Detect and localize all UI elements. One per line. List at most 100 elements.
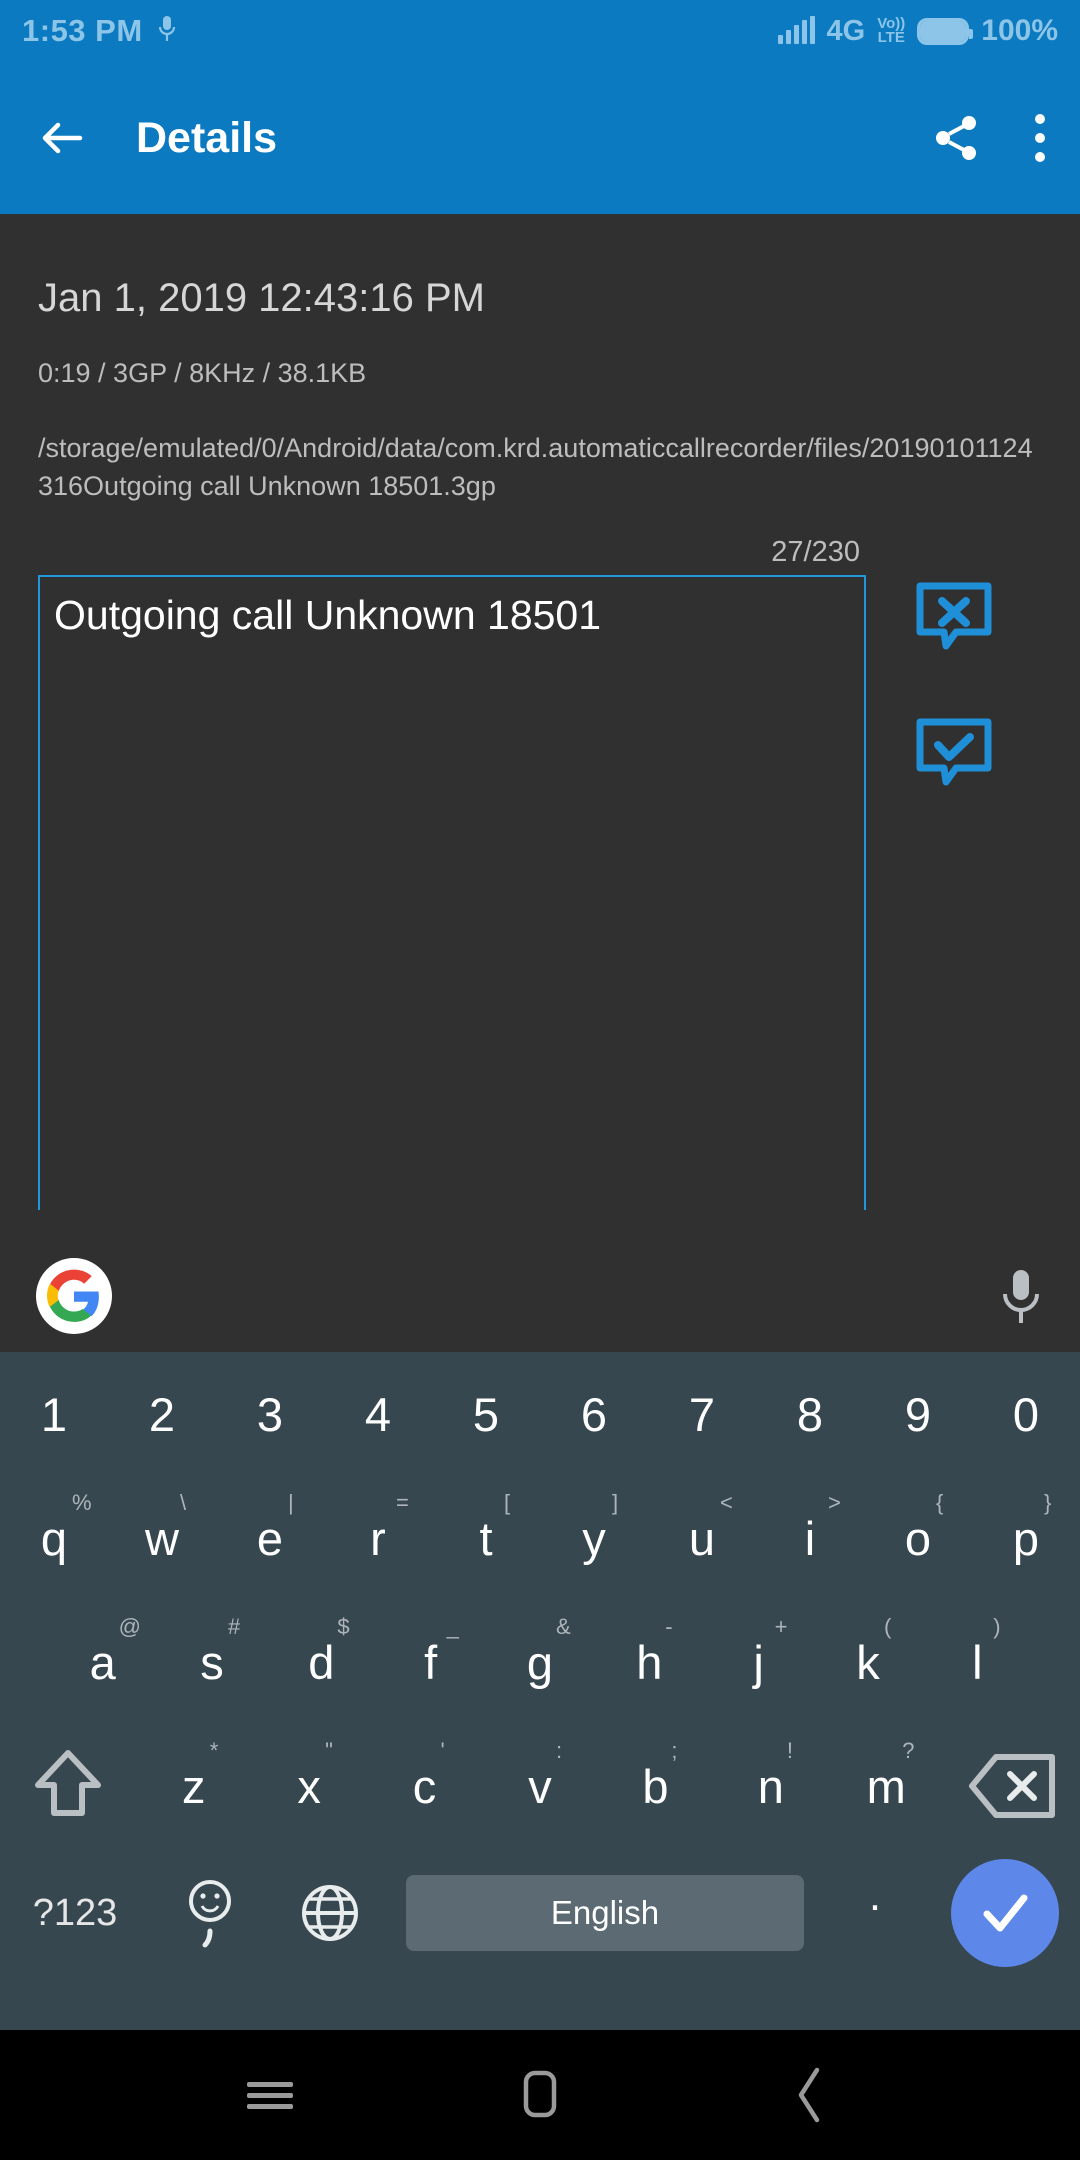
key-e[interactable]: e | — [216, 1476, 324, 1600]
key-x[interactable]: x " — [251, 1724, 366, 1848]
key-o-label: o — [904, 1511, 932, 1565]
nav-back-icon[interactable] — [775, 2060, 845, 2130]
key-j-sup: + — [774, 1614, 788, 1639]
key-9[interactable]: 9 — [864, 1352, 972, 1476]
key-w-sup: \ — [180, 1490, 187, 1515]
battery-full-icon — [917, 17, 974, 45]
key-6[interactable]: 6 — [540, 1352, 648, 1476]
keyboard-row-home: a @ s # d $ f _ g & h- j + k( l) — [0, 1600, 1080, 1724]
enter-key[interactable] — [930, 1859, 1080, 1967]
key-m-sup: ? — [902, 1738, 915, 1763]
key-l-label: l — [972, 1635, 983, 1689]
volte-icon: Vo)) LTE — [877, 16, 905, 46]
character-counter: 27/230 — [771, 535, 860, 568]
key-m[interactable]: m? — [829, 1724, 944, 1848]
app-bar-actions — [930, 112, 1046, 164]
key-b[interactable]: b; — [598, 1724, 713, 1848]
mic-icon — [157, 14, 177, 49]
key-z[interactable]: z * — [136, 1724, 251, 1848]
note-input[interactable]: Outgoing call Unknown 18501 — [38, 574, 866, 1210]
google-g-icon[interactable] — [36, 1258, 112, 1334]
key-c-sup: ' — [440, 1738, 445, 1763]
more-vertical-icon[interactable] — [1034, 114, 1046, 162]
navigation-bar — [0, 2030, 1080, 2160]
key-0[interactable]: 0 — [972, 1352, 1080, 1476]
space-key[interactable]: English — [406, 1875, 804, 1951]
key-t[interactable]: t[ — [432, 1476, 540, 1600]
battery-percent-label: 100% — [981, 14, 1058, 47]
status-bar-left: 1:53 PM — [22, 13, 177, 49]
key-y-sup: ] — [612, 1490, 619, 1515]
key-4[interactable]: 4 — [324, 1352, 432, 1476]
key-h-sup: - — [665, 1614, 673, 1639]
symbols-key[interactable]: ?123 — [0, 1892, 150, 1935]
key-j[interactable]: j + — [704, 1600, 813, 1724]
key-l[interactable]: l) — [923, 1600, 1032, 1724]
key-y[interactable]: y] — [540, 1476, 648, 1600]
key-w-label: w — [145, 1511, 179, 1565]
keyboard-row-numbers: 1 2 3 4 5 6 7 8 9 0 — [0, 1352, 1080, 1476]
period-key[interactable]: . — [820, 1871, 930, 1955]
key-v[interactable]: v: — [482, 1724, 597, 1848]
network-type-label: 4G — [826, 14, 866, 47]
key-d-label: d — [308, 1635, 335, 1689]
key-a[interactable]: a @ — [48, 1600, 157, 1724]
recents-icon[interactable] — [235, 2060, 305, 2130]
key-f[interactable]: f _ — [376, 1600, 485, 1724]
key-k[interactable]: k( — [813, 1600, 922, 1724]
key-w[interactable]: w \ — [108, 1476, 216, 1600]
key-x-sup: " — [325, 1738, 333, 1763]
key-q[interactable]: q% — [0, 1476, 108, 1600]
status-bar-right: 4G Vo)) LTE 100% — [777, 14, 1058, 48]
key-1[interactable]: 1 — [0, 1352, 108, 1476]
key-5[interactable]: 5 — [432, 1352, 540, 1476]
key-c-label: c — [412, 1759, 437, 1813]
key-r[interactable]: r = — [324, 1476, 432, 1600]
comment-check-icon[interactable] — [912, 714, 996, 798]
backspace-icon[interactable] — [944, 1751, 1080, 1821]
key-n[interactable]: n! — [713, 1724, 828, 1848]
key-p[interactable]: p} — [972, 1476, 1080, 1600]
key-v-label: v — [528, 1759, 552, 1813]
comment-x-icon[interactable] — [912, 578, 996, 662]
key-s[interactable]: s # — [157, 1600, 266, 1724]
note-column: 27/230 Outgoing call Unknown 18501 — [38, 536, 866, 1210]
home-icon[interactable] — [505, 2060, 575, 2130]
key-g-label: g — [526, 1635, 554, 1689]
signal-bars-icon — [777, 16, 815, 44]
suggestion-strip — [0, 1240, 1080, 1352]
recording-date: Jan 1, 2019 12:43:16 PM — [38, 276, 485, 320]
key-c[interactable]: c ' — [367, 1724, 482, 1848]
key-d[interactable]: d $ — [267, 1600, 376, 1724]
key-u[interactable]: u < — [648, 1476, 756, 1600]
key-n-sup: ! — [786, 1738, 793, 1763]
key-o[interactable]: o{ — [864, 1476, 972, 1600]
key-i-label: i — [804, 1511, 816, 1565]
key-u-label: u — [688, 1511, 716, 1565]
keyboard-row-bottom-letters: z * x " c ' v: b; n! m? — [0, 1724, 1080, 1848]
key-f-sup: _ — [446, 1614, 459, 1639]
shift-arrow-icon[interactable] — [0, 1745, 136, 1827]
key-7[interactable]: 7 — [648, 1352, 756, 1476]
note-input-value: Outgoing call Unknown 18501 — [54, 591, 602, 638]
key-b-sup: ; — [671, 1738, 678, 1763]
key-g[interactable]: g & — [485, 1600, 594, 1724]
page-title: Details — [136, 113, 278, 162]
microphone-icon[interactable] — [998, 1266, 1044, 1326]
key-8[interactable]: 8 — [756, 1352, 864, 1476]
app-bar: Details — [0, 62, 1080, 214]
key-3[interactable]: 3 — [216, 1352, 324, 1476]
back-arrow-icon[interactable] — [34, 110, 90, 166]
status-time: 1:53 PM — [22, 13, 143, 48]
key-2[interactable]: 2 — [108, 1352, 216, 1476]
share-icon[interactable] — [930, 112, 982, 164]
key-n-label: n — [757, 1759, 784, 1813]
key-h[interactable]: h- — [595, 1600, 704, 1724]
emoji-comma-icon[interactable] — [150, 1871, 270, 1955]
key-z-sup: * — [209, 1738, 219, 1763]
key-e-label: e — [256, 1511, 284, 1565]
key-p-label: p — [1012, 1511, 1040, 1565]
key-i[interactable]: i > — [756, 1476, 864, 1600]
key-u-sup: < — [720, 1490, 733, 1515]
language-globe-icon[interactable] — [270, 1881, 390, 1945]
